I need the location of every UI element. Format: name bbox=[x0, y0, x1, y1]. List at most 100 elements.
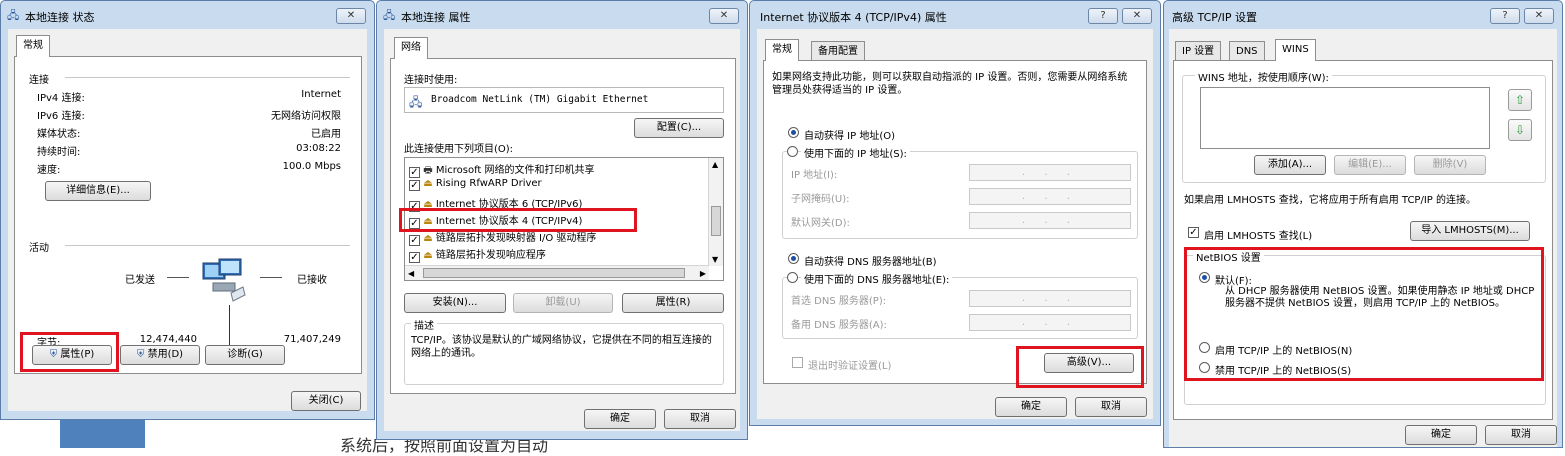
auto-ip-radio[interactable] bbox=[788, 127, 799, 138]
gateway-input[interactable]: . . . bbox=[969, 212, 1131, 229]
list-item[interactable]: ✓ ⏏ 链路层拓扑发现响应程序 bbox=[409, 246, 546, 263]
scroll-right-icon[interactable]: ▶ bbox=[700, 269, 706, 278]
ipv4-close-button[interactable]: ✕ bbox=[1122, 8, 1152, 24]
connection-header: 连接 bbox=[29, 75, 49, 86]
tab-ip-settings[interactable]: IP 设置 bbox=[1175, 41, 1222, 61]
add-button[interactable]: 添加(A)... bbox=[1254, 155, 1326, 175]
details-button[interactable]: 详细信息(E)... bbox=[45, 181, 151, 201]
ipv6-label: IPv6 连接: bbox=[37, 111, 85, 122]
arrow-up-icon: ⇧ bbox=[1514, 93, 1526, 107]
uninstall-button[interactable]: 卸载(U) bbox=[513, 293, 613, 313]
sent-label: 已发送 bbox=[125, 275, 155, 286]
tab-network[interactable]: 网络 bbox=[394, 37, 428, 59]
properties-close-button[interactable]: ✕ bbox=[709, 8, 739, 24]
tab-wins[interactable]: WINS bbox=[1275, 39, 1316, 61]
advanced-help-button[interactable]: ? bbox=[1490, 8, 1520, 24]
auto-dns-radio[interactable] bbox=[788, 253, 799, 264]
subnet-label: 子网掩码(U): bbox=[791, 194, 850, 205]
item-checkbox[interactable]: ✓ bbox=[409, 235, 420, 246]
shield-icon: ⛨ bbox=[136, 349, 145, 360]
description-group: 描述 TCP/IP。该协议是默认的广域网络协议，它提供在不同的相互连接的网络上的… bbox=[404, 317, 724, 385]
wins-address-list[interactable] bbox=[1200, 87, 1490, 149]
gateway-label: 默认网关(D): bbox=[791, 218, 850, 229]
status-close-button[interactable]: ✕ bbox=[336, 8, 366, 24]
item-checkbox[interactable]: ✓ bbox=[409, 252, 420, 263]
status-window-title: 本地连接 状态 bbox=[25, 11, 95, 24]
connection-divider bbox=[65, 77, 350, 78]
item-properties-button[interactable]: 属性(R) bbox=[622, 293, 724, 313]
properties-window-title: 本地连接 属性 bbox=[401, 11, 471, 24]
cancel-button[interactable]: 取消 bbox=[664, 409, 736, 429]
manual-dns-radio[interactable] bbox=[787, 272, 798, 283]
ok-button[interactable]: 确定 bbox=[584, 409, 656, 429]
adapter-icon: 🖧 bbox=[409, 95, 423, 109]
protocol-icon: ⏏ bbox=[423, 233, 433, 244]
description-title: 描述 bbox=[411, 317, 437, 332]
edit-button[interactable]: 编辑(E)... bbox=[1334, 155, 1406, 175]
ok-button[interactable]: 确定 bbox=[1405, 425, 1477, 445]
cancel-button[interactable]: 取消 bbox=[1075, 397, 1147, 417]
move-down-button[interactable]: ⇩ bbox=[1508, 119, 1532, 141]
adapter-field: 🖧 Broadcom NetLink (TM) Gigabit Ethernet bbox=[404, 87, 724, 113]
scroll-left-icon[interactable]: ◀ bbox=[408, 269, 414, 278]
close-button[interactable]: 关闭(C) bbox=[291, 391, 361, 411]
scroll-thumb[interactable] bbox=[711, 206, 721, 236]
install-button[interactable]: 安装(N)... bbox=[404, 293, 506, 313]
alternate-dns-input[interactable]: . . . bbox=[969, 314, 1131, 331]
media-state-value: 已启用 bbox=[311, 129, 341, 140]
alternate-dns-label: 备用 DNS 服务器(A): bbox=[791, 320, 887, 331]
ok-button[interactable]: 确定 bbox=[995, 397, 1067, 417]
auto-ip-label: 自动获得 IP 地址(O) bbox=[804, 131, 896, 142]
wins-label: WINS 地址，按使用顺序(W): bbox=[1195, 69, 1332, 84]
item-label: Rising RfwARP Driver bbox=[435, 178, 542, 189]
properties-titlebar[interactable]: 🖧 本地连接 属性 ✕ bbox=[377, 1, 747, 29]
advanced-titlebar[interactable]: 高级 TCP/IP 设置 ? ✕ bbox=[1164, 1, 1562, 29]
subnet-input[interactable]: . . . bbox=[969, 188, 1131, 205]
disable-button-label: 禁用(D) bbox=[147, 349, 184, 360]
ipv4-help-button[interactable]: ? bbox=[1088, 8, 1118, 24]
diagnose-button[interactable]: 诊断(G) bbox=[205, 345, 285, 365]
hscroll-thumb[interactable] bbox=[423, 268, 685, 278]
tab-dns[interactable]: DNS bbox=[1229, 41, 1265, 61]
item-checkbox[interactable]: ✓ bbox=[409, 167, 420, 178]
item-label: Microsoft 网络的文件和打印机共享 bbox=[435, 165, 595, 176]
tab-alternate-config[interactable]: 备用配置 bbox=[811, 41, 865, 61]
tab-general[interactable]: 常规 bbox=[16, 35, 50, 57]
import-lmhosts-button[interactable]: 导入 LMHOSTS(M)... bbox=[1410, 221, 1530, 241]
horizontal-scrollbar[interactable]: ◀ ▶ bbox=[405, 265, 709, 280]
manual-ip-group: 使用下面的 IP 地址(S): IP 地址(I): . . . 子网掩码(U):… bbox=[782, 145, 1138, 239]
protocol-icon: ⏏ bbox=[423, 250, 433, 261]
lmhosts-note: 如果启用 LMHOSTS 查找，它将应用于所有启用 TCP/IP 的连接。 bbox=[1184, 195, 1476, 206]
ip-address-label: IP 地址(I): bbox=[791, 170, 838, 181]
auto-dns-label: 自动获得 DNS 服务器地址(B) bbox=[804, 257, 937, 268]
lmhosts-checkbox[interactable]: ✓ bbox=[1188, 227, 1199, 238]
printer-icon: 🖶 bbox=[423, 165, 433, 176]
cancel-button[interactable]: 取消 bbox=[1485, 425, 1557, 445]
highlight-advanced-button bbox=[1016, 346, 1144, 388]
duration-label: 持续时间: bbox=[37, 147, 81, 158]
close-icon: ✕ bbox=[346, 10, 356, 21]
preferred-dns-input[interactable]: . . . bbox=[969, 290, 1131, 307]
manual-ip-radio[interactable] bbox=[787, 146, 798, 157]
scroll-down-icon[interactable]: ▼ bbox=[712, 255, 718, 264]
list-item[interactable]: ✓ ⏏ Rising RfwARP Driver bbox=[409, 178, 542, 191]
manual-dns-label: 使用下面的 DNS 服务器地址(E): bbox=[801, 271, 953, 286]
move-up-button[interactable]: ⇧ bbox=[1508, 89, 1532, 111]
item-checkbox[interactable]: ✓ bbox=[409, 180, 420, 191]
manual-ip-label: 使用下面的 IP 地址(S): bbox=[801, 145, 910, 160]
protocol-icon: ⏏ bbox=[423, 178, 433, 189]
tab-general[interactable]: 常规 bbox=[765, 39, 799, 61]
validate-checkbox[interactable] bbox=[792, 357, 803, 368]
delete-button[interactable]: 删除(V) bbox=[1414, 155, 1486, 175]
ip-address-input[interactable]: . . . bbox=[969, 164, 1131, 181]
disable-button[interactable]: ⛨ 禁用(D) bbox=[120, 345, 200, 365]
scroll-up-icon[interactable]: ▲ bbox=[712, 160, 718, 169]
manual-dns-group: 使用下面的 DNS 服务器地址(E): 首选 DNS 服务器(P): . . .… bbox=[782, 271, 1138, 339]
status-titlebar[interactable]: 🖧 本地连接 状态 ✕ bbox=[1, 1, 374, 29]
configure-button[interactable]: 配置(C)... bbox=[634, 118, 724, 138]
close-icon: ✕ bbox=[1132, 10, 1142, 21]
vertical-scrollbar[interactable]: ▲ ▼ bbox=[708, 158, 723, 266]
validate-label: 退出时验证设置(L) bbox=[808, 361, 892, 372]
advanced-close-button[interactable]: ✕ bbox=[1524, 8, 1554, 24]
ipv4-titlebar[interactable]: Internet 协议版本 4 (TCP/IPv4) 属性 ? ✕ bbox=[750, 1, 1160, 29]
